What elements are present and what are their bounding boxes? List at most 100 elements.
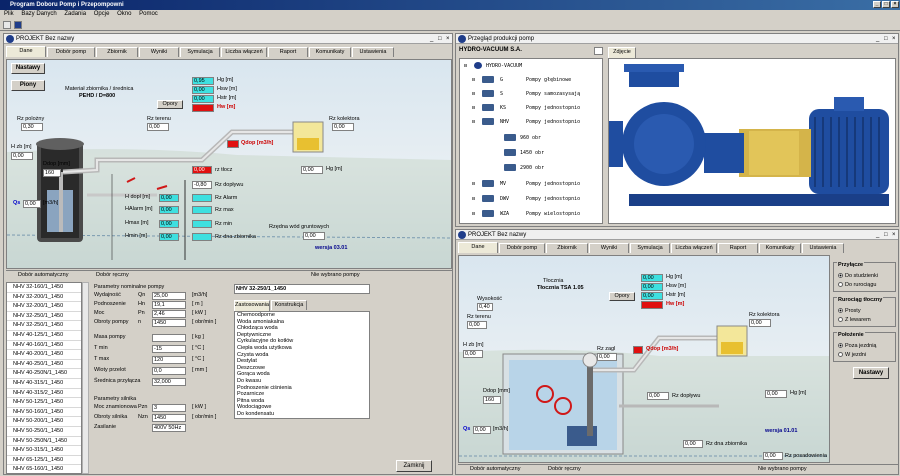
tab2-ustawienia[interactable]: Ustawienia bbox=[802, 243, 844, 253]
tab-dobor-pomp[interactable]: Dobór pomp bbox=[47, 47, 95, 57]
nastawy-button[interactable]: Nastawy bbox=[11, 63, 45, 74]
params2-cell[interactable]: 0,0 bbox=[152, 367, 186, 375]
tab2-zbiornik[interactable]: Zbiornik bbox=[546, 243, 588, 253]
pump-list-item[interactable]: NHV 32-250/1_1450 bbox=[7, 321, 81, 331]
tree-expander[interactable]: ⊟ bbox=[472, 77, 475, 83]
tab-wyniki[interactable]: Wyniki bbox=[139, 47, 179, 57]
pump-list-item[interactable]: NHV 40-315/1_1450 bbox=[7, 379, 81, 389]
open-icon[interactable] bbox=[3, 21, 11, 29]
window-maximize-icon[interactable]: □ bbox=[438, 35, 442, 43]
tab2-wyniki[interactable]: Wyniki bbox=[589, 243, 629, 253]
radio-poza-jezdnia[interactable]: Poza jezdnią bbox=[838, 343, 877, 349]
pump-list-item[interactable]: NHV 40-200/1_1450 bbox=[7, 350, 81, 360]
application-item[interactable]: Do kwasu bbox=[235, 378, 369, 385]
application-item[interactable]: Destylat bbox=[235, 358, 369, 365]
maximize-button[interactable]: □ bbox=[882, 1, 890, 8]
rz-doplywu2-field[interactable]: 0,00 bbox=[647, 392, 669, 400]
tab-liczba-wlaczen[interactable]: Liczba włączeń bbox=[221, 47, 267, 57]
params2-cell[interactable]: 120 bbox=[152, 356, 186, 364]
hmin-field[interactable]: 0,00 bbox=[159, 233, 179, 241]
rz-kolektora-field[interactable]: 0,00 bbox=[332, 123, 354, 131]
rz-max-field[interactable] bbox=[192, 206, 212, 214]
application-item[interactable]: Chłodząca woda bbox=[235, 325, 369, 332]
tab2-symulacja[interactable]: Symulacja bbox=[630, 243, 670, 253]
ddop2-field[interactable]: 160 bbox=[483, 396, 501, 404]
status2-manual[interactable]: Dobór ręczny bbox=[548, 465, 581, 474]
pump-list-scrollbar[interactable] bbox=[82, 282, 89, 474]
tree-item-desc[interactable]: Pompy samozasysają bbox=[526, 91, 580, 97]
project2-close-icon[interactable]: × bbox=[892, 231, 896, 239]
application-item[interactable]: Czysta woda bbox=[235, 352, 369, 359]
hg-field[interactable]: 0,00 bbox=[301, 166, 323, 174]
pump-list-item[interactable]: NHV 65-125/1_1450 bbox=[7, 456, 81, 466]
wysokosc-field[interactable]: 0,40 bbox=[477, 303, 493, 311]
rz-zagl-field[interactable]: 0,00 bbox=[597, 353, 617, 361]
pump-list-item[interactable]: NHV 32-250/1_1450 bbox=[7, 311, 81, 322]
halarm-field[interactable]: 0,00 bbox=[159, 206, 179, 214]
ddop-field[interactable]: 160 bbox=[43, 169, 61, 177]
pump-list-item[interactable]: NHV 40-160/1_1450 bbox=[7, 341, 81, 351]
window-close-icon[interactable]: × bbox=[446, 35, 450, 43]
pump-list-item[interactable]: NHV 40-250/1_1450 bbox=[7, 360, 81, 370]
motor-cell[interactable]: 3 bbox=[152, 404, 186, 412]
params-cell[interactable]: 25,00 bbox=[152, 292, 186, 300]
opory2-button[interactable]: Opory bbox=[609, 292, 635, 301]
rz-wod-field[interactable]: 0,00 bbox=[303, 232, 325, 240]
menu-bazy-danych[interactable]: Bazy Danych bbox=[21, 11, 56, 17]
pump-list-item[interactable]: NHV 32-160/1_1450 bbox=[7, 283, 81, 293]
subtab-konstrukcja[interactable]: Konstrukcja bbox=[271, 300, 307, 310]
tab-symulacja[interactable]: Symulacja bbox=[180, 47, 220, 57]
application-item[interactable]: Ciepła woda użytkowa bbox=[235, 345, 369, 352]
tree-item-code[interactable]: NHV bbox=[500, 119, 509, 125]
subtab-zastosowania[interactable]: Zastosowania bbox=[234, 300, 270, 311]
tab2-liczba-wlaczen[interactable]: Liczba włączeń bbox=[671, 243, 717, 253]
hw-field[interactable] bbox=[192, 104, 214, 112]
radio-do-studzienki[interactable]: Do studzienki bbox=[838, 273, 878, 279]
hg-top-field[interactable]: 0,95 bbox=[192, 77, 214, 85]
application-item[interactable]: Pozarnicze bbox=[235, 391, 369, 398]
rz-dna2-field[interactable]: 0,00 bbox=[683, 440, 703, 448]
products-maximize-icon[interactable]: □ bbox=[884, 35, 888, 43]
pump-list-item[interactable]: NHV 32-200/1_1450 bbox=[7, 293, 81, 303]
radio-w-jezdni[interactable]: W jezdni bbox=[838, 352, 866, 358]
tree-item-code[interactable]: S bbox=[500, 91, 503, 97]
tree-item-desc[interactable]: Pompy jednostopnio bbox=[526, 105, 580, 111]
application-item[interactable]: Do kondensatu bbox=[235, 411, 369, 418]
pump-list-item[interactable]: NHV 65-160/1_1450 bbox=[7, 465, 81, 473]
tree-item-desc[interactable]: Pompy głębinowe bbox=[526, 77, 571, 83]
tree-item-code[interactable]: MV bbox=[500, 181, 506, 187]
hg2-top-field[interactable]: 0,00 bbox=[641, 274, 663, 282]
logo-icon[interactable] bbox=[14, 21, 22, 29]
params-cell[interactable]: 19,1 bbox=[152, 301, 186, 309]
tab-raport[interactable]: Raport bbox=[268, 47, 308, 57]
tree-expander[interactable]: ⊟ bbox=[472, 105, 475, 111]
pump-list-item[interactable]: NHV 40-125/1_1450 bbox=[7, 331, 81, 341]
tab-komunikaty[interactable]: Komunikaty bbox=[309, 47, 351, 57]
application-item[interactable]: Podnoszenie ciśnienia bbox=[235, 385, 369, 392]
pump-list-item[interactable]: NHV 50-250/1_1450 bbox=[7, 427, 81, 437]
rz-alarm-field[interactable] bbox=[192, 194, 212, 202]
h-dopl-field[interactable]: 0,00 bbox=[159, 194, 179, 202]
tree-expander[interactable]: ⊟ bbox=[472, 211, 475, 217]
tree-item-code[interactable]: KS bbox=[500, 105, 506, 111]
qdop-field[interactable] bbox=[227, 140, 239, 148]
pump-list-item[interactable]: NHV 50-160/1_1450 bbox=[7, 408, 81, 418]
tree-expander[interactable]: ⊟ bbox=[472, 119, 475, 125]
nastawy2-button[interactable]: Nastawy bbox=[853, 367, 889, 379]
tree-item-code[interactable]: 960 obr bbox=[520, 135, 541, 141]
opory-button[interactable]: Opory bbox=[157, 100, 183, 109]
pump-list-item[interactable]: NHV 40-315/2_1450 bbox=[7, 389, 81, 399]
menu-zadania[interactable]: Zadania bbox=[64, 11, 86, 17]
rz-kolektora2-field[interactable]: 0,00 bbox=[749, 319, 771, 327]
qs2-field[interactable]: 0,00 bbox=[473, 426, 491, 434]
pump-list-item[interactable]: NHV 32-200/1_1450 bbox=[7, 302, 81, 312]
hmax-field[interactable]: 0,00 bbox=[159, 220, 179, 228]
hzb2-field[interactable]: 0,00 bbox=[463, 350, 483, 358]
qdop2-field[interactable] bbox=[633, 346, 643, 354]
menu-plik[interactable]: Plik bbox=[4, 11, 14, 17]
menu-pomoc[interactable]: Pomoc bbox=[139, 11, 158, 17]
motor-cell[interactable]: 400V 50Hz bbox=[152, 424, 186, 432]
products-minimize-icon[interactable]: _ bbox=[876, 35, 879, 43]
project2-maximize-icon[interactable]: □ bbox=[884, 231, 888, 239]
hw2-field[interactable] bbox=[641, 301, 663, 309]
